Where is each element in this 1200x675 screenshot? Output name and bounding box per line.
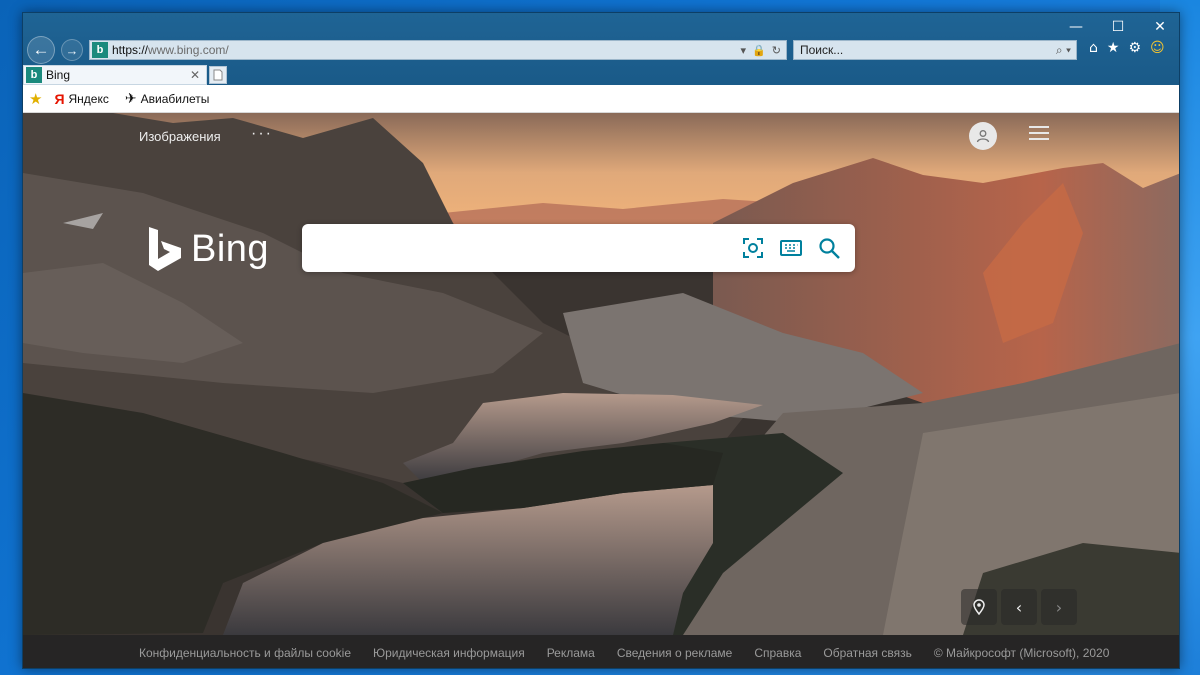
address-dropdown-icon[interactable]: ▾ [741,44,747,57]
bing-b-mark-icon [149,227,181,271]
search-icon[interactable] [817,236,841,260]
keyboard-icon[interactable] [779,236,803,260]
lock-icon[interactable]: 🔒 [752,44,766,57]
title-bar: — ☐ ✕ ← → b https:// www.bing.com/ ▾ 🔒 ↻… [23,13,1179,85]
bing-logo: Bing [147,225,269,273]
new-tab-button[interactable] [209,66,227,84]
close-window-button[interactable]: ✕ [1139,13,1179,41]
favorite-yandex-label: Яндекс [68,91,109,106]
feedback-smiley-icon[interactable]: ☺ [1150,40,1165,56]
user-icon [976,130,990,143]
footer: Конфиденциальность и файлы cookie Юридич… [23,635,1179,668]
location-pin-icon[interactable] [961,589,997,625]
home-icon[interactable]: ⌂ [1089,40,1098,56]
url-scheme: https:// [112,43,149,57]
favorites-add-button[interactable]: ★ [29,90,42,108]
forward-button[interactable]: → [61,39,83,61]
footer-link-privacy[interactable]: Конфиденциальность и файлы cookie [139,646,351,660]
tab-bing[interactable]: b Bing ✕ [23,65,207,85]
browser-search-placeholder: Поиск... [800,43,844,57]
favorites-star-icon[interactable]: ★ [1107,40,1120,56]
footer-link-legal[interactable]: Юридическая информация [373,646,525,660]
bing-logo-text: Bing [191,227,270,270]
back-button[interactable]: ← [27,36,55,64]
bing-favicon-icon: b [92,42,108,58]
visual-search-icon[interactable] [741,236,765,260]
bing-search-input[interactable] [302,224,855,272]
search-dropdown-icon[interactable]: ⌕ ▾ [1056,43,1076,58]
yandex-icon: Я [54,90,65,107]
airplane-icon: ✈ [124,90,137,106]
new-tab-icon [213,69,223,81]
browser-window: — ☐ ✕ ← → b https:// www.bing.com/ ▾ 🔒 ↻… [22,12,1180,669]
hamburger-menu-icon[interactable] [1029,126,1049,142]
more-menu[interactable]: ··· [251,125,273,143]
images-link[interactable]: Изображения [139,129,221,144]
arrow-left-icon: ← [32,40,50,59]
window-controls: — ☐ ✕ [1055,13,1179,41]
background-landscape-image [23,113,1179,635]
footer-link-help[interactable]: Справка [754,646,801,660]
add-favorite-star-icon: ★ [29,90,43,108]
footer-link-advertise[interactable]: Реклама [547,646,595,660]
sign-in-avatar[interactable] [969,122,997,150]
favorite-yandex[interactable]: Я Яндекс [48,91,108,107]
tab-title: Bing [46,68,71,82]
footer-link-about-ads[interactable]: Сведения о рекламе [617,646,733,660]
previous-image-button[interactable]: ‹ [1001,589,1037,625]
search-actions [741,236,841,260]
minimize-button[interactable]: — [1055,13,1097,41]
browser-search-box[interactable]: Поиск... ⌕ ▾ [793,40,1077,60]
browser-toolbar: ⌂ ★ ⚙ ☺ [1089,40,1165,56]
favorite-avia-label: Авиабилеты [140,91,210,106]
address-tools: ▾ 🔒 ↻ [741,44,786,57]
tab-close-icon[interactable]: ✕ [190,68,206,82]
favorite-avia[interactable]: ✈ Авиабилеты [115,90,209,107]
address-bar[interactable]: b https:// www.bing.com/ ▾ 🔒 ↻ [89,40,787,60]
footer-copyright: © Майкрософт (Microsoft), 2020 [933,645,1110,660]
arrow-right-icon: → [65,42,79,58]
image-controls: ‹ › [961,589,1077,625]
settings-gear-icon[interactable]: ⚙ [1128,40,1141,56]
bing-homepage: Изображения ··· Bing ‹ › Конфиденциально… [23,113,1179,668]
url-host: www.bing.com/ [148,43,229,57]
next-image-button[interactable]: › [1041,589,1077,625]
tab-favicon-icon: b [26,67,42,83]
footer-link-feedback[interactable]: Обратная связь [823,646,911,660]
refresh-icon[interactable]: ↻ [772,44,781,57]
maximize-button[interactable]: ☐ [1097,13,1139,41]
favorites-bar: ★ Я Яндекс ✈ Авиабилеты [23,85,1179,113]
